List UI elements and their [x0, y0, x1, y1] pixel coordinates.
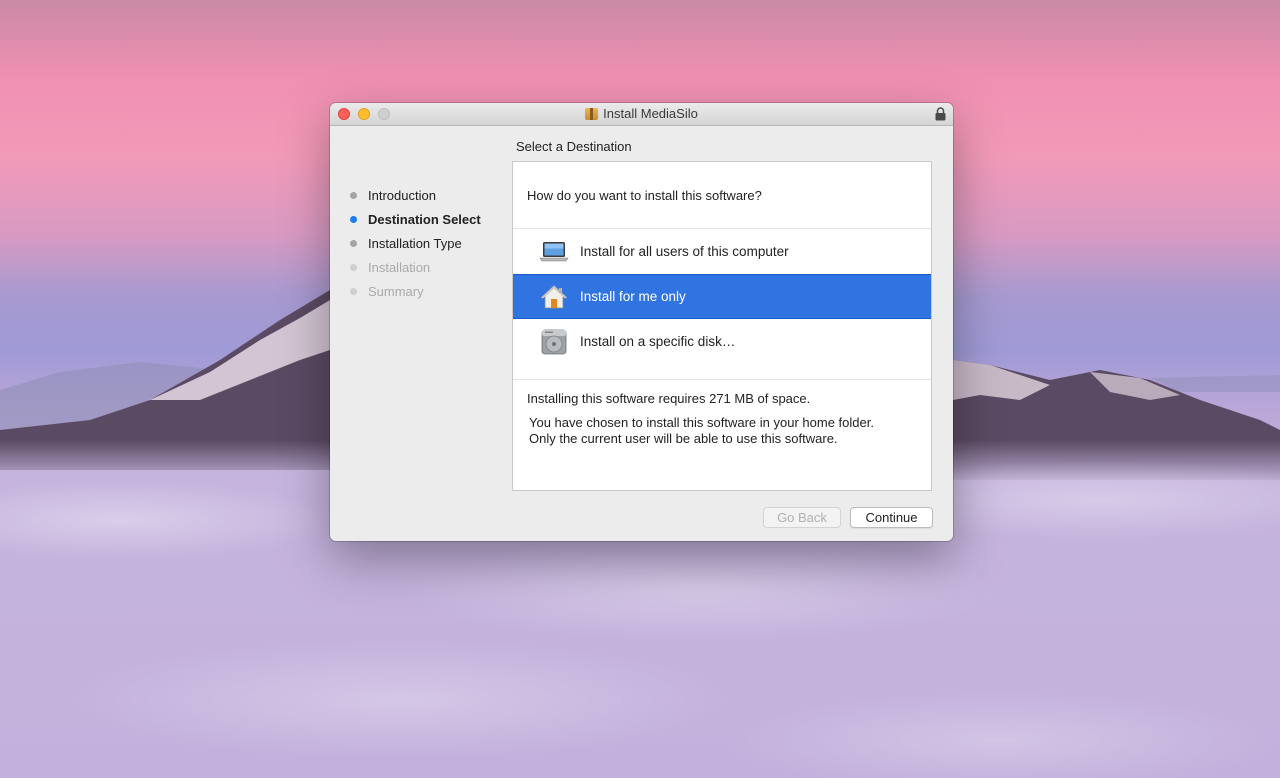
zoom-window-button [378, 108, 390, 120]
title-bar[interactable]: Install MediaSilo [330, 103, 953, 126]
option-label: Install on a specific disk… [580, 334, 736, 349]
minimize-window-button[interactable] [358, 108, 370, 120]
step-installation-type: Installation Type [348, 231, 481, 255]
window-controls [338, 108, 390, 120]
step-dot-icon [350, 215, 357, 223]
installer-window: Install MediaSilo Introduction Destinati… [330, 103, 953, 541]
step-label: Introduction [368, 187, 436, 203]
go-back-button[interactable]: Go Back [763, 507, 841, 528]
close-window-button[interactable] [338, 108, 350, 120]
steps-sidebar: Introduction Destination Select Installa… [348, 183, 481, 303]
step-label: Destination Select [368, 211, 481, 227]
step-installation: Installation [348, 255, 481, 279]
destination-options: Install for all users of this computer I… [513, 228, 931, 380]
step-introduction: Introduction [348, 183, 481, 207]
content-panel: How do you want to install this software… [512, 161, 932, 491]
window-title: Install MediaSilo [603, 106, 698, 121]
home-icon [538, 282, 570, 312]
package-icon [585, 108, 599, 120]
option-label: Install for me only [580, 289, 686, 304]
install-question: How do you want to install this software… [527, 188, 762, 203]
step-dot-icon [350, 191, 357, 199]
description-line-2: Only the current user will be able to us… [529, 431, 838, 446]
description-line-1: You have chosen to install this software… [529, 415, 874, 430]
page-title: Select a Destination [516, 139, 632, 154]
install-info: Installing this software requires 271 MB… [527, 391, 874, 447]
step-label: Installation Type [368, 235, 462, 251]
step-summary: Summary [348, 279, 481, 303]
laptop-icon [538, 237, 570, 267]
step-destination-select: Destination Select [348, 207, 481, 231]
option-all-users[interactable]: Install for all users of this computer [513, 229, 931, 274]
step-dot-icon [350, 239, 357, 247]
step-label: Installation [368, 259, 431, 275]
continue-button[interactable]: Continue [850, 507, 933, 528]
option-label: Install for all users of this computer [580, 244, 789, 259]
desktop-background: Install MediaSilo Introduction Destinati… [0, 0, 1280, 778]
step-dot-icon [350, 287, 357, 295]
disk-icon [538, 327, 570, 357]
space-required-text: Installing this software requires 271 MB… [527, 391, 811, 406]
step-dot-icon [350, 263, 357, 271]
option-specific-disk[interactable]: Install on a specific disk… [513, 319, 931, 364]
step-label: Summary [368, 283, 424, 299]
option-me-only[interactable]: Install for me only [513, 274, 931, 319]
lock-icon[interactable] [935, 107, 946, 121]
